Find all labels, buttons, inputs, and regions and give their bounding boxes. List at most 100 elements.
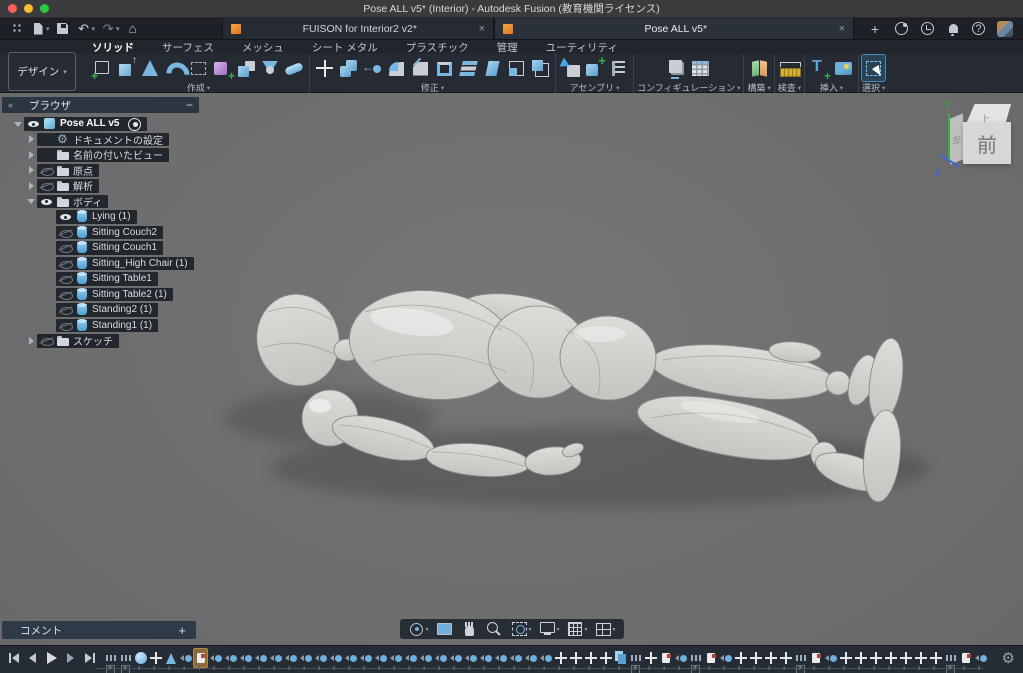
canvas-tool[interactable] bbox=[832, 55, 855, 81]
close-window-button[interactable] bbox=[8, 4, 17, 13]
timeline-feature[interactable] bbox=[763, 648, 778, 668]
inspect-group-label[interactable]: 検査▾ bbox=[778, 82, 801, 93]
fit-tool[interactable]: ▾ bbox=[508, 621, 533, 637]
save-icon[interactable] bbox=[56, 22, 71, 36]
document-tab-pose-all-v5-active[interactable]: Pose ALL v5* × bbox=[494, 18, 854, 39]
move-tool[interactable] bbox=[313, 55, 336, 81]
go-to-end-button[interactable] bbox=[82, 650, 97, 666]
timeline-feature[interactable] bbox=[778, 648, 793, 668]
timeline-feature[interactable] bbox=[478, 648, 493, 668]
go-to-start-button[interactable] bbox=[6, 650, 21, 666]
timeline-feature[interactable] bbox=[613, 648, 628, 668]
timeline-feature[interactable] bbox=[403, 648, 418, 668]
tree-row[interactable]: Standing1 (1) bbox=[2, 318, 199, 334]
tree-node-chip[interactable]: 原点 bbox=[37, 164, 99, 178]
tree-expand-chevron[interactable] bbox=[44, 273, 56, 285]
configuration-tool[interactable] bbox=[665, 55, 688, 81]
tree-row[interactable]: ボディ bbox=[2, 194, 199, 210]
assembly-group-label[interactable]: アセンブリ▾ bbox=[570, 82, 620, 93]
visibility-eye-icon[interactable] bbox=[59, 272, 72, 285]
timeline-feature[interactable] bbox=[388, 648, 403, 668]
job-status-icon[interactable] bbox=[920, 22, 934, 36]
timeline-feature[interactable] bbox=[808, 648, 823, 668]
tree-expand-chevron[interactable] bbox=[25, 149, 37, 161]
timeline-feature[interactable] bbox=[448, 648, 463, 668]
tree-expand-chevron[interactable] bbox=[44, 288, 56, 300]
draft-tool[interactable] bbox=[481, 55, 504, 81]
ribbon-tab[interactable]: ユーティリティ bbox=[546, 40, 618, 55]
activate-component-radio[interactable] bbox=[127, 117, 141, 130]
timeline-feature[interactable] bbox=[238, 648, 253, 668]
tree-node-chip[interactable]: Sitting Couch2 bbox=[56, 226, 163, 240]
modify-group-label[interactable]: 修正▾ bbox=[421, 82, 444, 93]
timeline-feature[interactable] bbox=[133, 648, 148, 668]
tree-row[interactable]: Sitting Table1 bbox=[2, 271, 199, 287]
tree-row[interactable]: Lying (1) bbox=[2, 209, 199, 225]
tree-node-chip[interactable]: スケッチ bbox=[37, 334, 119, 348]
timeline-feature[interactable] bbox=[343, 648, 358, 668]
select-group-label[interactable]: 選択▾ bbox=[862, 82, 885, 93]
visibility-eye-icon[interactable] bbox=[59, 288, 72, 301]
timeline-feature[interactable] bbox=[103, 648, 118, 668]
timeline-feature[interactable] bbox=[358, 648, 373, 668]
timeline-feature[interactable] bbox=[853, 648, 868, 668]
timeline-feature[interactable] bbox=[163, 648, 178, 668]
tree-expand-chevron[interactable] bbox=[25, 133, 37, 145]
ribbon-tab[interactable]: メッシュ bbox=[242, 40, 284, 55]
look-at-tool[interactable] bbox=[433, 621, 455, 637]
minimize-window-button[interactable] bbox=[24, 4, 33, 13]
configuration-table-tool[interactable] bbox=[689, 55, 712, 81]
zoom-tool[interactable] bbox=[483, 621, 505, 637]
visibility-eye-icon[interactable] bbox=[59, 319, 72, 332]
redo-icon[interactable]: ↷ ▾ bbox=[101, 22, 120, 36]
home-icon[interactable]: ⌂ bbox=[126, 22, 141, 36]
tree-node-chip[interactable]: Sitting Table1 bbox=[56, 272, 158, 286]
app-grid-icon[interactable] bbox=[10, 22, 25, 36]
tree-node-chip[interactable]: Sitting Table2 (1) bbox=[56, 288, 173, 302]
tree-expand-chevron[interactable] bbox=[44, 242, 56, 254]
timeline-feature[interactable] bbox=[313, 648, 328, 668]
combine-tool[interactable] bbox=[529, 55, 552, 81]
visibility-eye-icon[interactable] bbox=[40, 148, 53, 161]
timeline-feature[interactable] bbox=[463, 648, 478, 668]
help-icon[interactable]: ? bbox=[972, 22, 985, 35]
close-tab-icon[interactable]: × bbox=[839, 23, 845, 35]
timeline-feature[interactable] bbox=[418, 648, 433, 668]
pattern-tool[interactable] bbox=[187, 55, 210, 81]
tree-expand-chevron[interactable] bbox=[44, 304, 56, 316]
bom-tool[interactable] bbox=[607, 55, 630, 81]
tree-node-chip[interactable]: ボディ bbox=[37, 195, 108, 209]
orbit-tool[interactable]: ▾ bbox=[405, 621, 430, 637]
configuration-group-label[interactable]: コンフィギュレーション▾ bbox=[637, 82, 740, 93]
workspace-selector[interactable]: デザイン▾ bbox=[8, 52, 76, 91]
insert-tool[interactable] bbox=[808, 55, 831, 81]
sweep-tool[interactable] bbox=[163, 55, 186, 81]
step-back-button[interactable] bbox=[25, 650, 40, 666]
timeline-feature[interactable] bbox=[823, 648, 838, 668]
timeline-scrubber-track[interactable] bbox=[95, 668, 983, 669]
tree-row[interactable]: Sitting Table2 (1) bbox=[2, 287, 199, 303]
undo-icon[interactable]: ↶ ▾ bbox=[77, 22, 96, 36]
primitive-box-tool[interactable] bbox=[235, 55, 258, 81]
primitive-cylinder-tool[interactable] bbox=[259, 55, 282, 81]
timeline-feature[interactable] bbox=[913, 648, 928, 668]
timeline-feature[interactable] bbox=[838, 648, 853, 668]
tree-row[interactable]: スケッチ bbox=[2, 333, 199, 349]
measure-tool[interactable] bbox=[778, 55, 801, 81]
timeline-feature[interactable] bbox=[283, 648, 298, 668]
tree-expand-chevron[interactable] bbox=[25, 195, 37, 207]
ribbon-tab[interactable]: シート メタル bbox=[312, 40, 378, 55]
visibility-eye-icon[interactable] bbox=[27, 117, 40, 130]
timeline-feature[interactable] bbox=[433, 648, 448, 668]
ribbon-tab[interactable]: ソリッド bbox=[92, 40, 134, 55]
timeline-feature[interactable] bbox=[718, 648, 733, 668]
viewports-tool[interactable]: ▾ bbox=[593, 621, 618, 637]
timeline-feature[interactable] bbox=[973, 648, 988, 668]
tree-expand-chevron[interactable] bbox=[44, 257, 56, 269]
timeline-feature[interactable] bbox=[268, 648, 283, 668]
tree-expand-chevron[interactable] bbox=[44, 211, 56, 223]
timeline-feature[interactable] bbox=[598, 648, 613, 668]
timeline-feature[interactable] bbox=[178, 648, 193, 668]
timeline-feature[interactable] bbox=[253, 648, 268, 668]
tree-node-chip[interactable]: Sitting_High Chair (1) bbox=[56, 257, 194, 271]
